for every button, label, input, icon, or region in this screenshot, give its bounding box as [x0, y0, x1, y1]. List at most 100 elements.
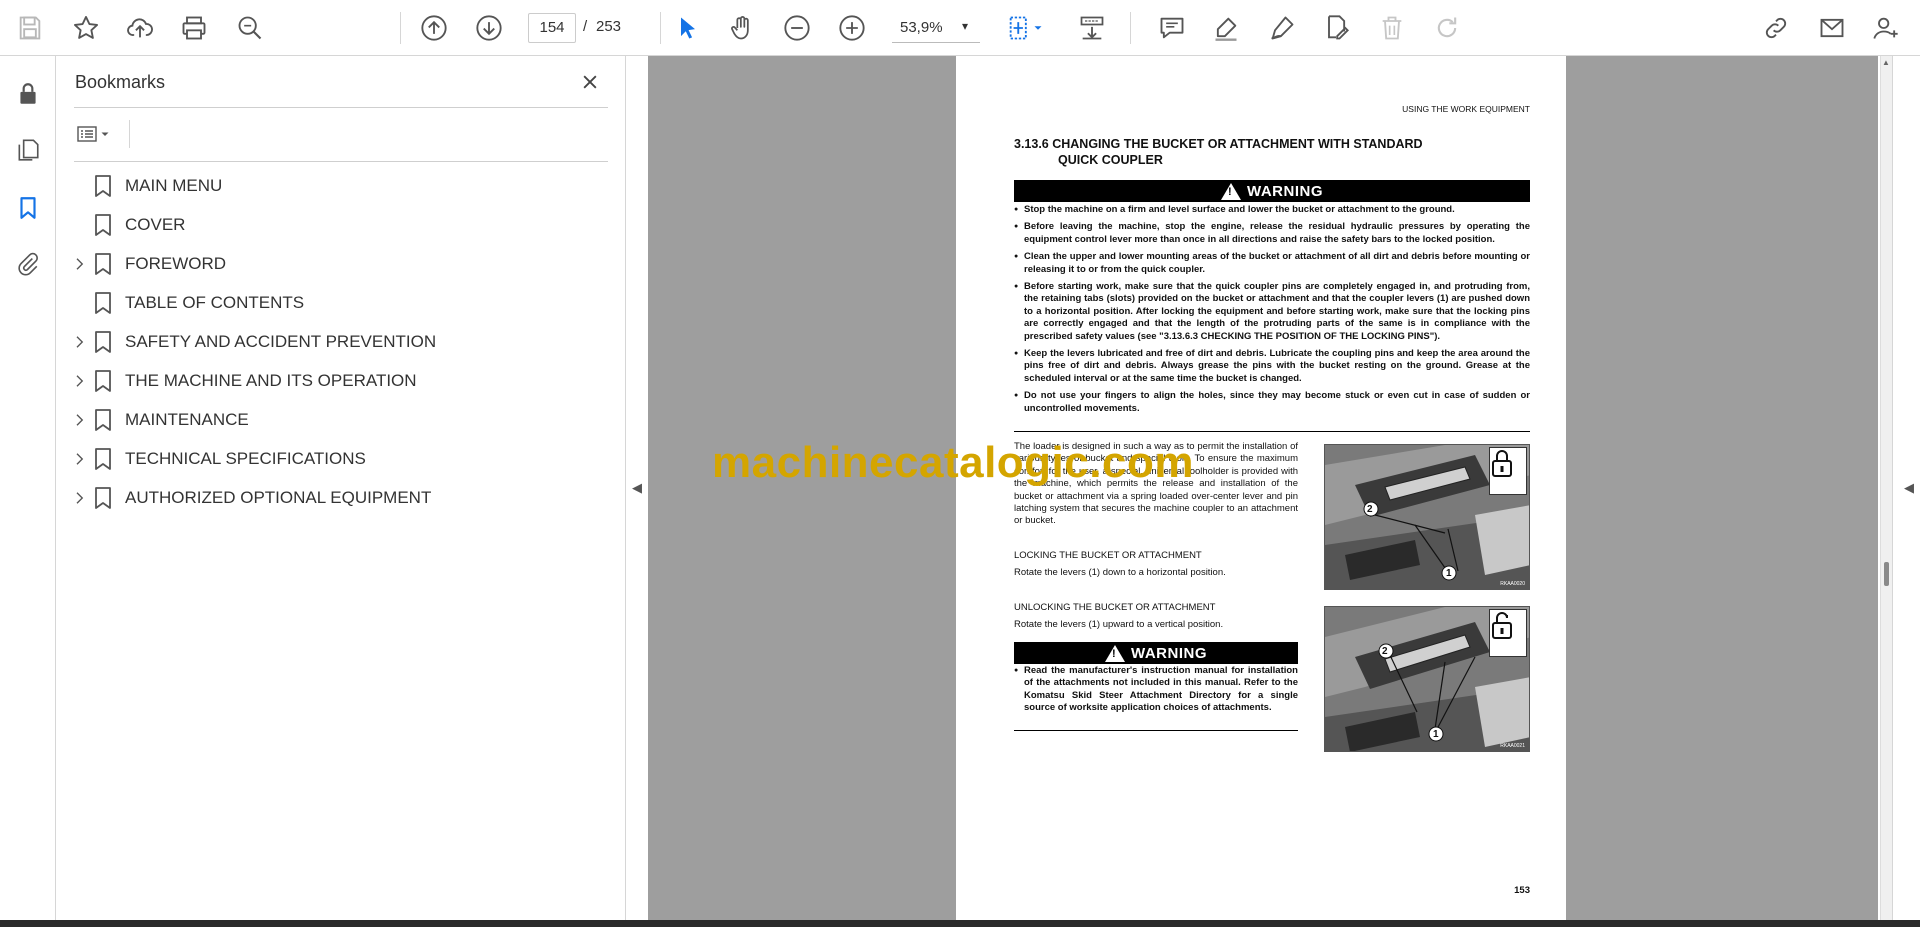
callout-label: 2 [1367, 504, 1373, 515]
draw-pen-icon[interactable] [1264, 10, 1300, 46]
bookmark-label: TECHNICAL SPECIFICATIONS [125, 449, 366, 468]
taskbar-strip [0, 920, 1920, 927]
left-navigation-rail [0, 56, 56, 920]
chevron-right-icon[interactable] [72, 450, 88, 468]
comment-icon[interactable] [1154, 10, 1190, 46]
zoom-in-icon[interactable] [834, 10, 870, 46]
warning-item: Keep the levers lubricated and free of d… [1014, 348, 1530, 385]
bookmark-icon [93, 408, 113, 432]
warning-triangle-icon [1221, 182, 1241, 200]
bookmark-item-main-menu[interactable]: MAIN MENU [56, 166, 626, 205]
delete-icon[interactable] [1374, 10, 1410, 46]
warning-rule [1014, 431, 1530, 432]
bookmark-label: AUTHORIZED OPTIONAL EQUIPMENT [125, 488, 432, 507]
coupler-locked-photo: 2 1 RKAA0020 [1324, 444, 1530, 590]
bookmark-icon [93, 486, 113, 510]
section-heading: 3.13.6 CHANGING THE BUCKET OR ATTACHMENT… [1014, 136, 1423, 168]
unlocking-heading: UNLOCKING THE BUCKET OR ATTACHMENT [1014, 602, 1216, 613]
bookmark-label: COVER [125, 215, 186, 234]
chevron-right-icon[interactable] [72, 255, 88, 273]
chevron-right-icon[interactable] [72, 489, 88, 507]
cloud-upload-icon[interactable] [122, 10, 158, 46]
bookmark-label: MAIN MENU [125, 176, 223, 195]
bookmark-icon [93, 252, 113, 276]
collapse-panel-left-icon[interactable]: ◀ [632, 480, 642, 496]
email-icon[interactable] [1814, 10, 1850, 46]
figure-code: RKAA0020 [1500, 581, 1525, 587]
page-number-input[interactable]: 154 [528, 13, 576, 43]
page-running-header: USING THE WORK EQUIPMENT [1402, 104, 1530, 114]
bookmark-icon [93, 291, 113, 315]
section-heading-line2: QUICK COUPLER [1058, 153, 1163, 167]
chevron-down-icon[interactable] [1030, 10, 1046, 46]
scrollbar-thumb[interactable] [1884, 562, 1889, 586]
save-icon[interactable] [12, 10, 48, 46]
locked-padlock-icon [1489, 447, 1527, 495]
bookmark-item-cover[interactable]: COVER [56, 205, 626, 244]
unlocking-text: Rotate the levers (1) upward to a vertic… [1014, 619, 1224, 630]
chevron-right-icon[interactable] [72, 333, 88, 351]
unlocked-padlock-icon [1489, 609, 1527, 657]
bookmark-item-foreword[interactable]: FOREWORD [56, 244, 626, 283]
locking-text: Rotate the levers (1) down to a horizont… [1014, 567, 1226, 578]
bookmark-label: THE MACHINE AND ITS OPERATION [125, 371, 417, 390]
share-link-icon[interactable] [1758, 10, 1794, 46]
bookmark-label: TABLE OF CONTENTS [125, 293, 305, 312]
add-user-icon[interactable] [1868, 10, 1904, 46]
bookmark-label: FOREWORD [125, 254, 227, 273]
search-zoom-icon[interactable] [232, 10, 268, 46]
bookmark-item-table-of-contents[interactable]: TABLE OF CONTENTS [56, 283, 626, 322]
warning-rule [1014, 730, 1298, 731]
star-icon[interactable] [68, 10, 104, 46]
bookmark-list: MAIN MENU COVER FOREWORD TABLE OF CONTEN… [56, 166, 626, 517]
warning-item: Do not use your fingers to align the hol… [1014, 390, 1530, 415]
figure-code: RKAA0021 [1500, 743, 1525, 749]
warning-label: WARNING [1247, 182, 1323, 200]
zoom-level-value: 53,9% [900, 19, 943, 36]
redo-icon[interactable] [1429, 10, 1465, 46]
bookmark-options-button[interactable] [75, 120, 119, 148]
bookmark-label: MAINTENANCE [125, 410, 249, 429]
hand-tool-icon[interactable] [724, 10, 760, 46]
close-icon[interactable] [576, 68, 604, 96]
next-page-icon[interactable] [471, 10, 507, 46]
prev-page-icon[interactable] [416, 10, 452, 46]
panel-title: Bookmarks [75, 72, 166, 92]
active-panel-pointer [44, 205, 54, 221]
print-icon[interactable] [176, 10, 212, 46]
bookmark-label: SAFETY AND ACCIDENT PREVENTION [125, 332, 437, 351]
highlight-icon[interactable] [1208, 10, 1244, 46]
bookmark-item-maintenance[interactable]: MAINTENANCE [56, 400, 626, 439]
bookmark-item-safety[interactable]: SAFETY AND ACCIDENT PREVENTION [56, 322, 626, 361]
scroll-mode-icon[interactable] [1074, 10, 1110, 46]
pages-thumbnails-icon[interactable] [10, 132, 46, 168]
page-number: 153 [1514, 885, 1530, 896]
toolbar-divider [1130, 12, 1131, 44]
bookmark-icon [93, 174, 113, 198]
zoom-out-icon[interactable] [779, 10, 815, 46]
bookmark-icon [93, 213, 113, 237]
attachment-icon[interactable] [10, 246, 46, 282]
chevron-right-icon[interactable] [72, 372, 88, 390]
warning-list-2: Read the manufacturer's instruction manu… [1014, 665, 1298, 720]
scroll-up-arrow-icon[interactable]: ▲ [1882, 58, 1890, 67]
warning-banner-2: WARNING [1014, 642, 1298, 664]
chevron-right-icon[interactable] [72, 411, 88, 429]
callout-label: 1 [1446, 568, 1452, 579]
bookmark-item-optional-equipment[interactable]: AUTHORIZED OPTIONAL EQUIPMENT [56, 478, 626, 517]
panel-divider [74, 161, 608, 162]
lock-icon[interactable] [10, 76, 46, 112]
bookmark-item-machine-operation[interactable]: THE MACHINE AND ITS OPERATION [56, 361, 626, 400]
warning-item: Read the manufacturer's instruction manu… [1014, 665, 1298, 715]
chevron-down-icon[interactable]: ▾ [962, 19, 968, 33]
vertical-scrollbar[interactable] [1880, 56, 1892, 920]
select-cursor-icon[interactable] [670, 10, 706, 46]
bookmark-panel-icon[interactable] [10, 190, 46, 226]
list-options-icon [77, 126, 97, 142]
expand-panel-right-icon[interactable]: ◀ [1904, 480, 1914, 496]
pdf-page: USING THE WORK EQUIPMENT 3.13.6 CHANGING… [956, 56, 1566, 920]
warning-item: Stop the machine on a firm and level sur… [1014, 204, 1530, 217]
fill-sign-icon[interactable] [1318, 10, 1354, 46]
bookmark-item-technical-specifications[interactable]: TECHNICAL SPECIFICATIONS [56, 439, 626, 478]
bookmark-icon [93, 369, 113, 393]
